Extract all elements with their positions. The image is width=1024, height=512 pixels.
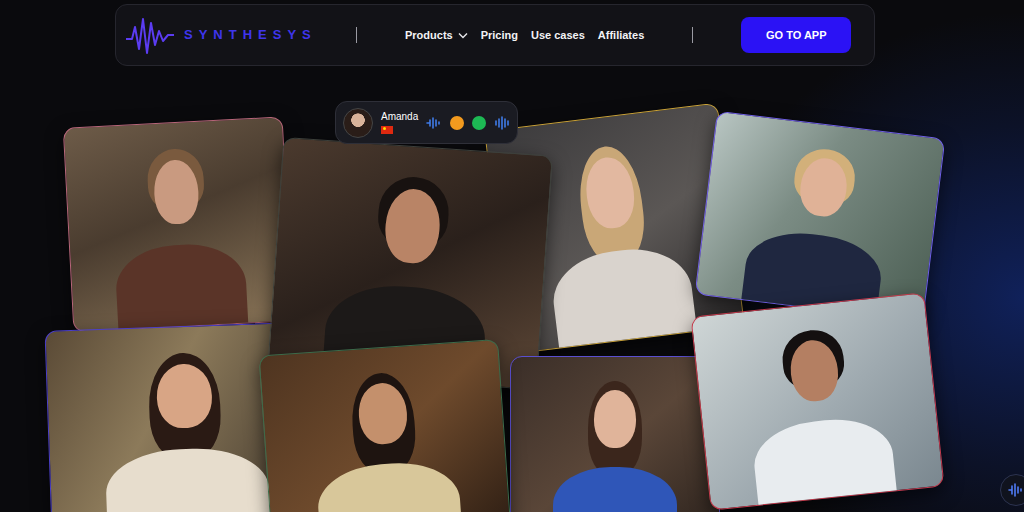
go-to-app-button[interactable]: GO TO APP — [741, 17, 851, 53]
video-frame[interactable] — [258, 339, 511, 512]
nav-link[interactable]: Use cases — [531, 27, 585, 44]
waveform-icon — [494, 116, 510, 130]
top-navbar: SYNTHESYS Products Pricing Use cases Affili… — [115, 4, 875, 66]
music-app-icon — [450, 116, 464, 130]
person-shape — [594, 390, 636, 449]
video-frame[interactable] — [695, 111, 946, 323]
divider — [356, 27, 357, 43]
voice-badge[interactable]: Amanda — [335, 101, 518, 144]
waveform-logo-icon — [124, 13, 176, 57]
video-frame[interactable] — [63, 116, 293, 332]
brand-logo[interactable]: SYNTHESYS — [124, 13, 356, 57]
avatar-icon — [343, 108, 373, 138]
chat-widget[interactable] — [1000, 474, 1024, 506]
nav-link-label[interactable]: Pricing — [481, 27, 518, 44]
spotify-icon — [472, 116, 486, 130]
person-shape — [104, 446, 271, 512]
person-shape — [750, 413, 898, 510]
nav-link[interactable]: Affiliates — [598, 27, 644, 44]
chevron-down-icon[interactable] — [458, 32, 468, 39]
person-shape — [548, 242, 699, 354]
voice-name: Amanda — [381, 111, 418, 123]
nav-link[interactable]: Pricing — [481, 27, 518, 44]
landing-page: SYNTHESYS Products Pricing Use cases Affili… — [0, 4, 1024, 512]
nav-links: Products Pricing Use cases Affiliates — [405, 27, 644, 44]
waveform-icon — [1007, 482, 1024, 498]
waveform-icon — [426, 116, 442, 130]
person-shape — [553, 467, 678, 512]
nav-link-label[interactable]: Products — [405, 27, 453, 44]
nav-link-label[interactable]: Affiliates — [598, 27, 644, 44]
video-frame[interactable] — [690, 292, 944, 510]
person-shape — [315, 459, 464, 512]
person-shape — [114, 241, 249, 332]
brand-name[interactable]: SYNTHESYS — [184, 25, 317, 45]
nav-link[interactable]: Products — [405, 27, 468, 44]
nav-link-label[interactable]: Use cases — [531, 27, 585, 44]
divider — [692, 27, 693, 43]
video-frame[interactable] — [510, 356, 720, 512]
china-flag-icon — [381, 126, 393, 134]
